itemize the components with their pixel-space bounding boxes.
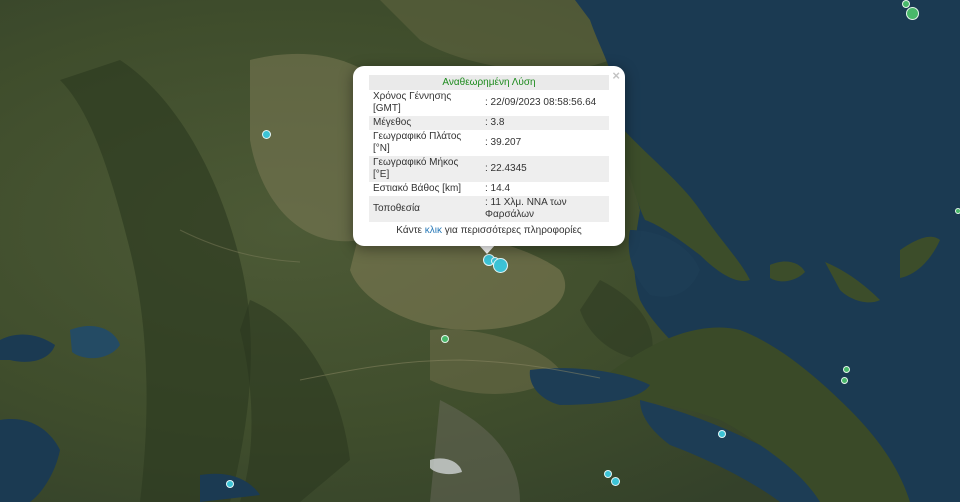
more-info-link[interactable]: κλικ — [425, 225, 442, 236]
earthquake-marker[interactable] — [906, 7, 919, 20]
more-info-text: Κάντε κλικ για περισσότερες πληροφορίες — [369, 225, 609, 236]
latitude-label: Γεωγραφικό Πλάτος [°N] — [373, 131, 462, 154]
table-row: Γεωγραφικό Πλάτος [°N] : 39.207 — [369, 130, 609, 156]
earthquake-marker[interactable] — [843, 366, 850, 373]
location-value: : 11 Χλμ. ΝΝΑ των Φαρσάλων — [481, 196, 609, 222]
more-info-suffix: για περισσότερες πληροφορίες — [442, 225, 582, 236]
earthquake-marker[interactable] — [493, 258, 508, 273]
earthquake-marker[interactable] — [841, 377, 848, 384]
location-label: Τοποθεσία — [369, 196, 481, 222]
earthquake-marker[interactable] — [262, 130, 271, 139]
more-info-prefix: Κάντε — [396, 225, 425, 236]
longitude-label: Γεωγραφικό Μήκος [°E] — [369, 156, 481, 182]
magnitude-label: Μέγεθος — [369, 116, 481, 130]
earthquake-marker[interactable] — [718, 430, 726, 438]
close-icon[interactable]: × — [612, 68, 620, 83]
depth-label: Εστιακό Βάθος [km] — [373, 183, 462, 194]
origin-time-label: Χρόνος Γέννησης [GMT] — [373, 91, 452, 114]
earthquake-info-table: Αναθεωρημένη Λύση Χρόνος Γέννησης [GMT] … — [369, 75, 609, 222]
table-row: Τοποθεσία : 11 Χλμ. ΝΝΑ των Φαρσάλων — [369, 196, 609, 222]
table-row: Μέγεθος : 3.8 — [369, 116, 609, 130]
longitude-value: : 22.4345 — [481, 156, 609, 182]
earthquake-marker[interactable] — [441, 335, 449, 343]
map-view[interactable]: × Αναθεωρημένη Λύση Χρόνος Γέννησης [GMT… — [0, 0, 960, 502]
earthquake-marker[interactable] — [955, 208, 960, 214]
popup-title: Αναθεωρημένη Λύση — [369, 75, 609, 90]
magnitude-value: : 3.8 — [481, 116, 609, 130]
latitude-value: : 39.207 — [485, 137, 522, 148]
table-row: Εστιακό Βάθος [km] : 14.4 — [369, 182, 609, 196]
earthquake-marker[interactable] — [611, 477, 620, 486]
table-row: Γεωγραφικό Μήκος [°E] : 22.4345 — [369, 156, 609, 182]
depth-value: : 14.4 — [485, 183, 511, 194]
earthquake-marker[interactable] — [604, 470, 612, 478]
earthquake-info-popup: × Αναθεωρημένη Λύση Χρόνος Γέννησης [GMT… — [353, 66, 625, 246]
origin-time-value: : 22/09/2023 08:58:56.64 — [485, 97, 597, 108]
table-row: Χρόνος Γέννησης [GMT] : 22/09/2023 08:58… — [369, 90, 609, 116]
earthquake-marker[interactable] — [226, 480, 234, 488]
